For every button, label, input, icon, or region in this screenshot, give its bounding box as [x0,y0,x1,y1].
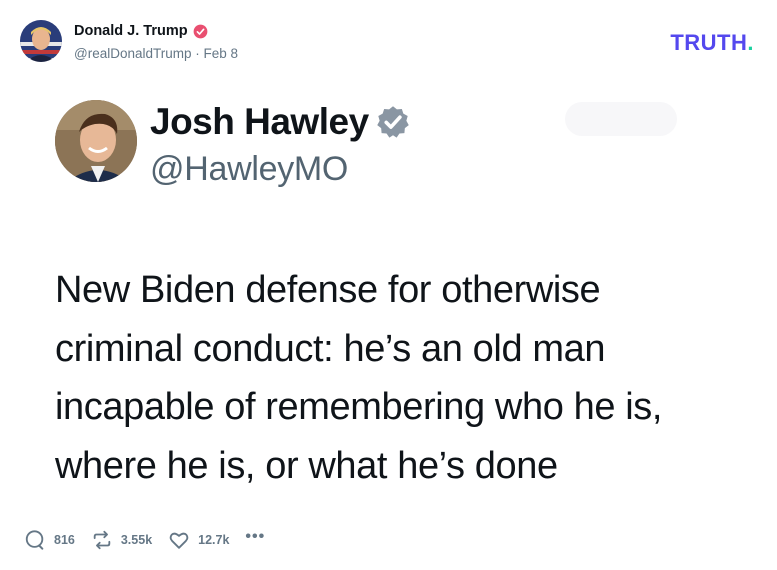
brand-dot: . [747,30,754,55]
quoted-tweet-card[interactable]: Josh Hawley @HawleyMO New Biden defense … [55,98,705,498]
heart-icon [169,532,189,549]
quoted-name: Josh Hawley [150,101,369,142]
quoted-avatar [55,100,137,182]
retruth-count: 3.55k [120,533,153,547]
author-avatar[interactable] [20,20,62,62]
repost-icon [93,530,111,550]
post-date[interactable]: Feb 8 [204,46,239,61]
author-handle[interactable]: @realDonaldTrump [74,46,192,61]
reply-button[interactable]: 816 [24,529,75,551]
more-options-button[interactable]: ••• [245,528,265,546]
author-meta: @realDonaldTrump · Feb 8 [74,46,238,61]
verified-badge-icon [376,106,409,138]
action-bar: 816 3.55k 12.7k ••• [24,528,265,552]
redacted-button-area [565,102,677,136]
quoted-text: New Biden defense for otherwise criminal… [55,269,663,487]
retruth-button[interactable]: 3.55k [91,529,152,551]
meta-separator: · [195,46,204,61]
like-button[interactable]: 12.7k [168,529,229,551]
quoted-name-row: Josh Hawley [150,101,411,143]
verified-badge-icon [193,24,207,38]
truth-logo[interactable]: TRUTH. [670,30,754,56]
author-name[interactable]: Donald J. Trump [74,23,188,39]
post-header: Donald J. Trump @realDonaldTrump · Feb 8… [20,20,760,64]
like-count: 12.7k [198,533,230,547]
reply-count: 816 [54,533,75,547]
author-name-row[interactable]: Donald J. Trump [74,23,208,39]
reply-icon [25,530,44,550]
brand-text: TRUTH [670,30,748,55]
quoted-handle: @HawleyMO [150,150,349,188]
